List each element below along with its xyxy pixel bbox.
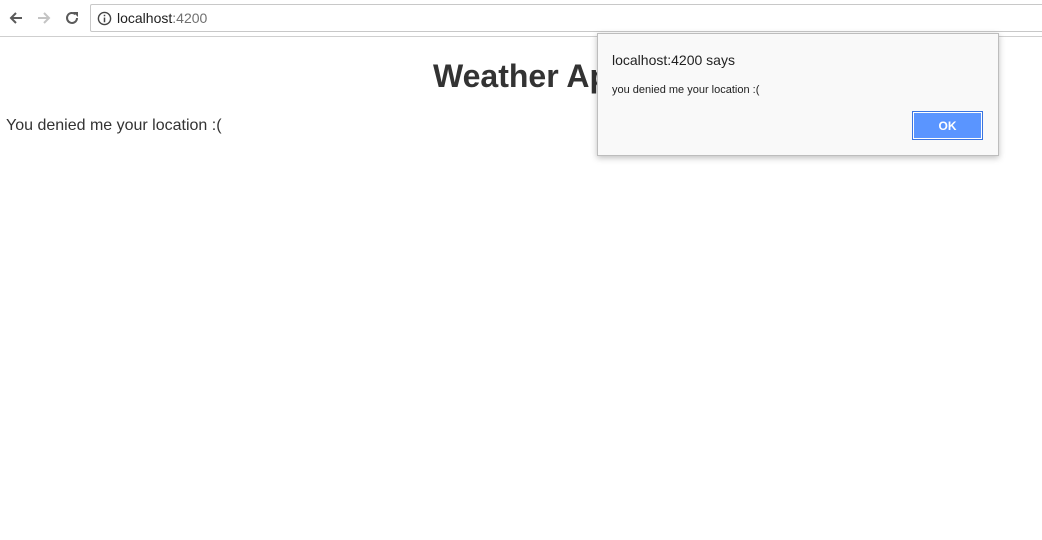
arrow-right-icon xyxy=(38,12,51,24)
reload-button[interactable] xyxy=(60,6,84,30)
info-icon[interactable] xyxy=(97,11,112,26)
url-port: :4200 xyxy=(172,10,208,26)
ok-button[interactable]: OK xyxy=(912,111,983,140)
reload-icon xyxy=(66,11,78,24)
browser-toolbar: localhost:4200 xyxy=(0,0,1042,37)
alert-dialog: localhost:4200 says you denied me your l… xyxy=(597,33,999,156)
address-bar[interactable]: localhost:4200 xyxy=(90,4,1042,32)
arrow-left-icon xyxy=(9,12,22,24)
location-message: You denied me your location :( xyxy=(6,117,222,134)
dialog-title: localhost:4200 says xyxy=(612,52,735,68)
url-host: localhost xyxy=(117,10,173,26)
forward-button[interactable] xyxy=(32,6,56,30)
dialog-message: you denied me your location :( xyxy=(612,84,760,96)
url-text: localhost:4200 xyxy=(117,10,207,27)
back-button[interactable] xyxy=(4,6,28,30)
